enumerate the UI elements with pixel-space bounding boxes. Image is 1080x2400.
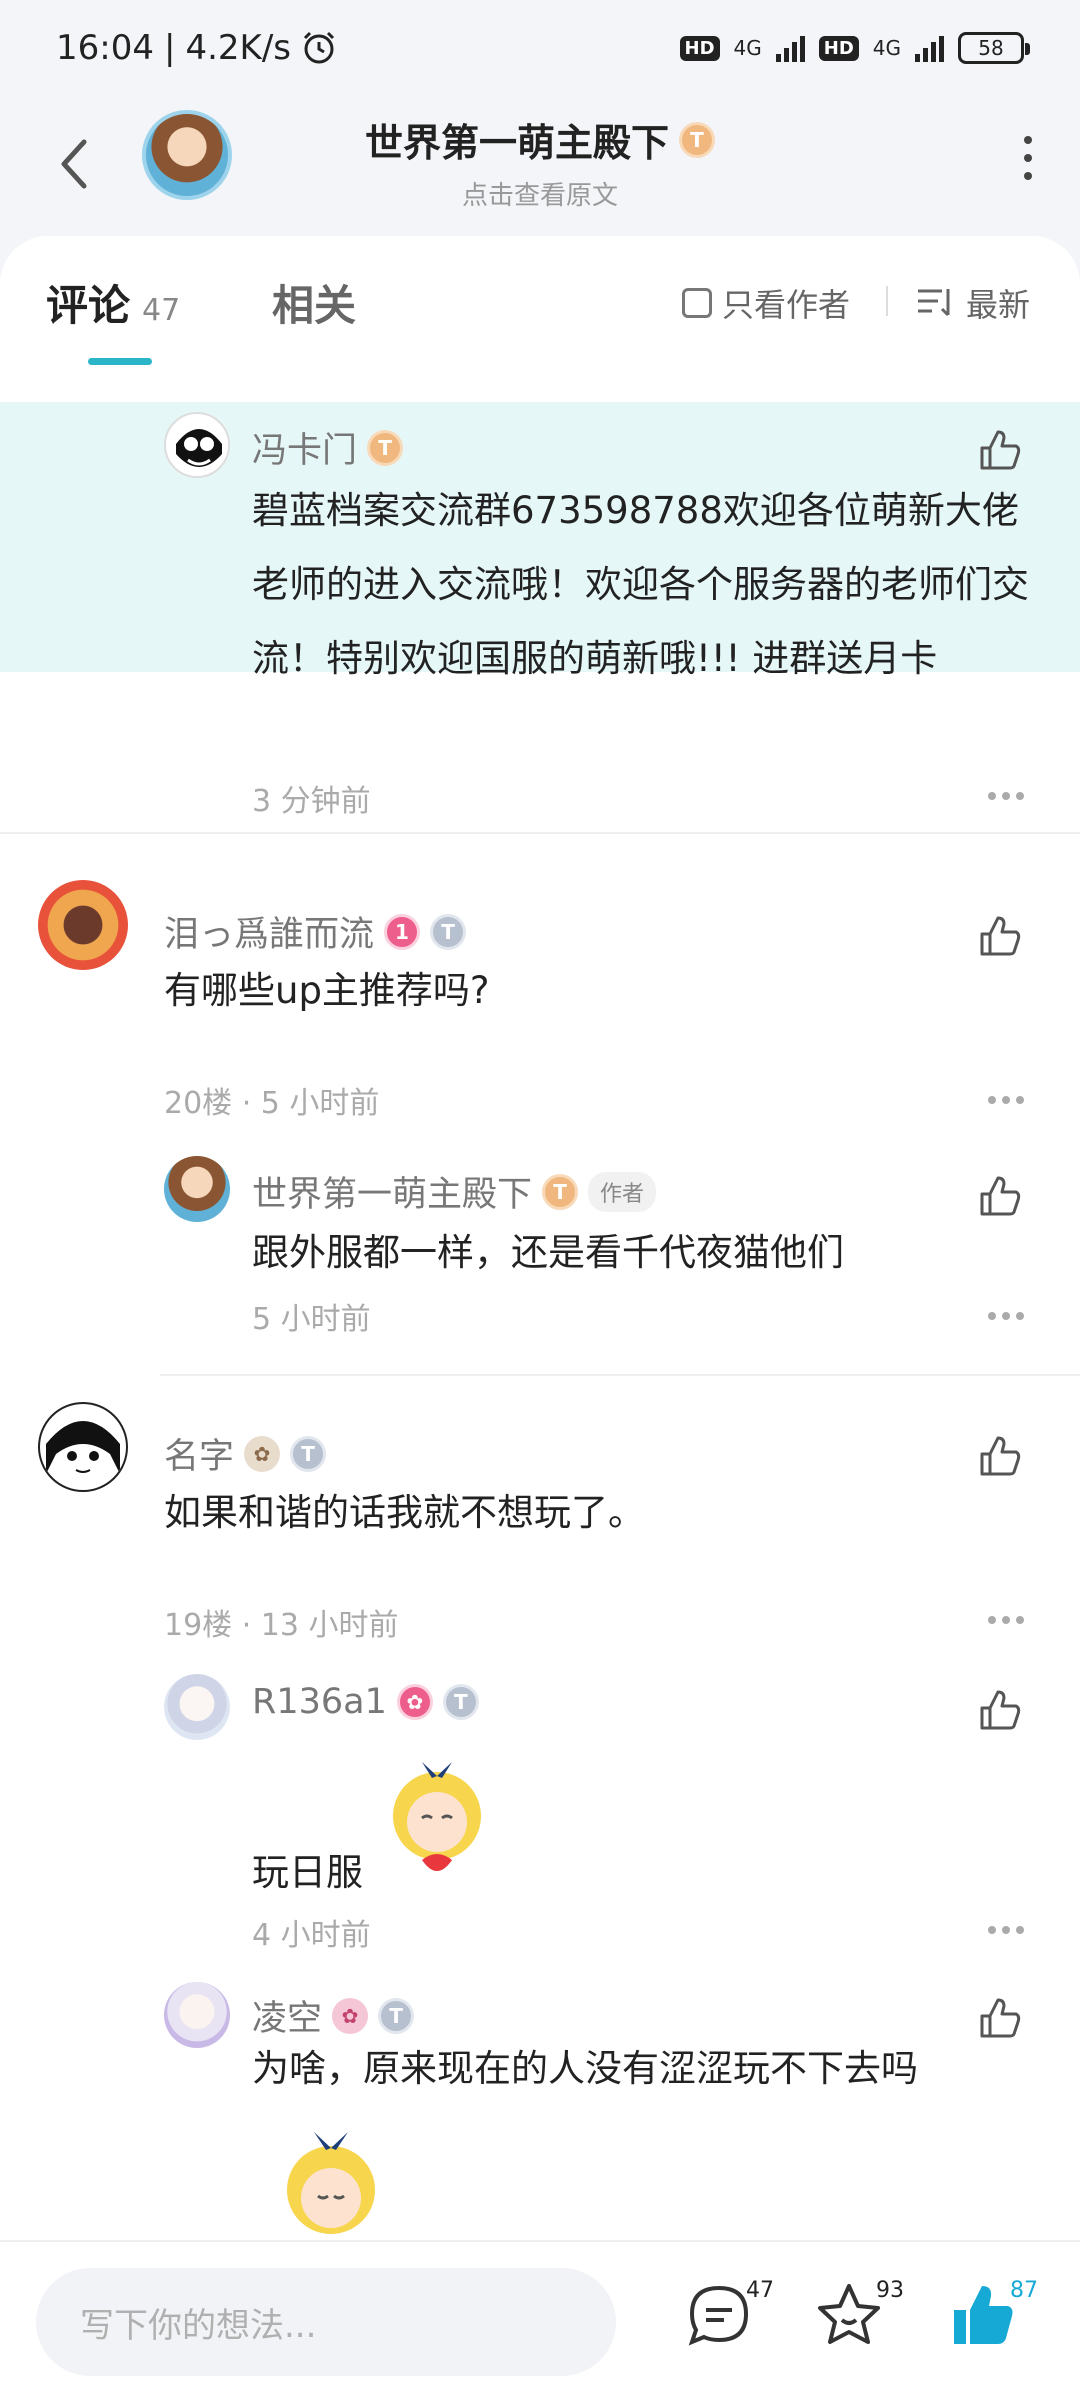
bottom-bar: 写下你的想法... 47 93 87 — [0, 2240, 1080, 2400]
medal-icon: ✿ — [332, 1997, 369, 2034]
like-icon[interactable] — [978, 1996, 1022, 2040]
network-label: 4G — [733, 36, 762, 60]
comments-count: 47 — [142, 293, 181, 328]
comment-text: 如果和谐的话我就不想玩了。 — [164, 1491, 645, 1534]
page-title: 世界第一萌主殿下 T — [365, 112, 715, 167]
comment-text: 玩日服 — [252, 1851, 363, 1894]
avatar[interactable] — [38, 880, 128, 970]
status-bar: 16:04 | 4.2K/s HD 4G HD 4G 58 — [0, 0, 1080, 96]
comment-time: 5 小时前 — [252, 1302, 371, 1337]
medal-icon: ✿ — [244, 1435, 281, 1472]
avatar[interactable] — [164, 1156, 230, 1222]
comment-time: 3 分钟前 — [252, 784, 371, 819]
level-badge-icon: T — [679, 121, 715, 158]
like-icon[interactable] — [978, 914, 1022, 958]
network-label-2: 4G — [872, 36, 901, 60]
sticker-image[interactable] — [382, 1756, 492, 1896]
like-count: 87 — [1010, 2278, 1038, 2303]
signal-icon — [775, 34, 805, 62]
level-badge-icon: T — [430, 913, 467, 950]
more-options-icon[interactable] — [1024, 136, 1032, 180]
comment-input[interactable]: 写下你的想法... — [36, 2268, 616, 2376]
comment-time: 5 小时前 — [260, 1086, 380, 1121]
medal-icon: 1 — [384, 913, 421, 950]
comment-meta: 19楼 · 13 小时前 — [164, 1608, 399, 1643]
comment-author[interactable]: 冯卡门 T — [252, 422, 404, 473]
comment-author[interactable]: 泪っ爲誰而流 1 T — [164, 906, 467, 957]
comment-text: 碧蓝档案交流群673598788欢迎各位萌新大佬老师的进入交流哦！欢迎各个服务器… — [252, 489, 1029, 680]
like-icon[interactable] — [978, 1688, 1022, 1732]
avatar[interactable] — [38, 1402, 128, 1492]
alarm-icon — [303, 31, 335, 64]
comment-author[interactable]: 名字 ✿ T — [164, 1428, 327, 1479]
author-only-toggle[interactable]: 只看作者 — [682, 280, 850, 326]
comment-icon[interactable] — [684, 2280, 754, 2350]
avatar[interactable] — [164, 412, 230, 478]
comment-text: 有哪些up主推荐吗? — [164, 969, 490, 1012]
comment-author[interactable]: 世界第一萌主殿下 T 作者 — [252, 1166, 657, 1217]
signal-icon-2 — [915, 34, 944, 62]
floor-number: 20楼 — [164, 1086, 233, 1121]
avatar[interactable] — [164, 1982, 230, 2048]
hd-icon: HD — [679, 35, 720, 61]
level-badge-icon: T — [378, 1997, 415, 2034]
hd-icon-2: HD — [818, 35, 859, 61]
battery-icon: 58 — [958, 32, 1030, 64]
tab-bar: 评论 47 相关 只看作者 最新 — [0, 236, 1080, 366]
author-tag: 作者 — [588, 1171, 657, 1212]
sticker-image[interactable] — [276, 2124, 386, 2240]
comment-text: 为啥，原来现在的人没有涩涩玩不下去吗 — [252, 2047, 918, 2090]
tab-related[interactable]: 相关 — [272, 272, 356, 333]
floor-number: 19楼 — [164, 1608, 233, 1643]
checkbox-icon — [682, 288, 712, 318]
comment-time: 4 小时前 — [252, 1918, 371, 1953]
avatar[interactable] — [164, 1674, 230, 1740]
view-original-link[interactable]: 点击查看原文 — [0, 175, 1080, 212]
like-icon[interactable] — [978, 428, 1022, 472]
favorite-count: 93 — [876, 2278, 904, 2303]
more-icon[interactable] — [988, 792, 1024, 800]
more-icon[interactable] — [988, 1926, 1024, 1934]
level-badge-icon: T — [442, 1684, 479, 1720]
comment-time: 13 小时前 — [260, 1608, 399, 1643]
more-icon[interactable] — [988, 1616, 1024, 1624]
comments-sheet: 评论 47 相关 只看作者 最新 冯卡门 T 碧蓝档案交流群673598788欢迎… — [0, 236, 1080, 2400]
comment-text: 跟外服都一样，还是看千代夜猫他们 — [252, 1231, 844, 1274]
comment-count: 47 — [746, 2278, 774, 2303]
like-icon[interactable] — [978, 1174, 1022, 1218]
comment-author[interactable]: R136a1 ✿ T — [252, 1682, 479, 1722]
level-badge-icon: T — [367, 429, 404, 466]
level-badge-icon: T — [290, 1435, 327, 1472]
header: 世界第一萌主殿下 T 点击查看原文 — [0, 96, 1080, 236]
favorite-icon[interactable] — [814, 2280, 884, 2350]
more-icon[interactable] — [988, 1312, 1024, 1320]
status-time: 16:04 — [56, 28, 154, 68]
sort-button[interactable]: 最新 — [916, 280, 1030, 326]
more-icon[interactable] — [988, 1096, 1024, 1104]
level-badge-icon: T — [542, 1173, 579, 1210]
like-filled-icon[interactable] — [948, 2280, 1018, 2350]
sort-icon — [918, 289, 950, 317]
comment-meta: 20楼 · 5 小时前 — [164, 1086, 380, 1121]
tab-comments[interactable]: 评论 47 — [46, 272, 180, 333]
tab-indicator — [88, 358, 152, 365]
medal-icon: ✿ — [396, 1684, 433, 1720]
status-speed: 4.2K/s — [185, 28, 291, 68]
like-icon[interactable] — [978, 1434, 1022, 1478]
